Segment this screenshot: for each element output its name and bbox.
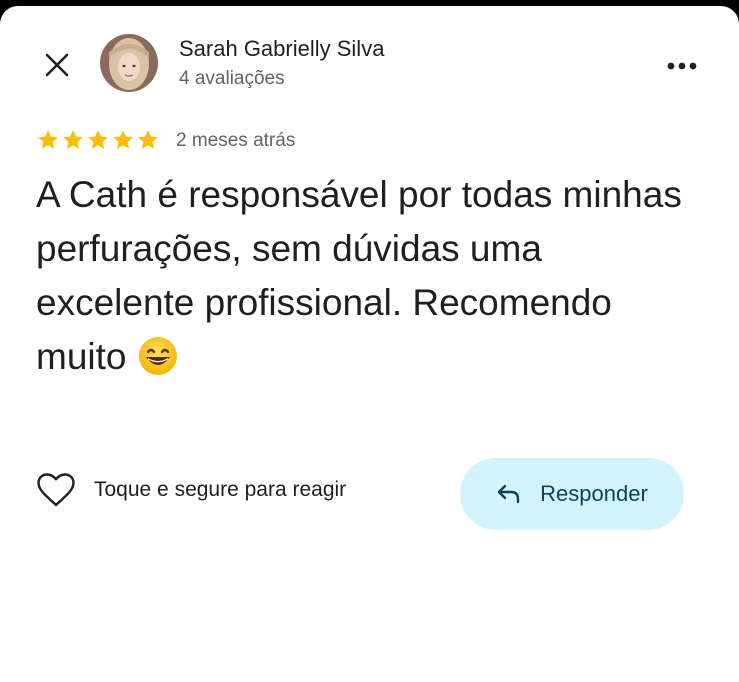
star-rating — [36, 128, 160, 152]
heart-outline-icon — [37, 473, 75, 507]
review-sheet: Sarah Gabrielly Silva 4 avaliações 2 mes… — [0, 6, 739, 682]
star-icon — [138, 130, 158, 149]
avatar[interactable] — [100, 34, 158, 92]
review-date: 2 meses atrás — [176, 130, 296, 151]
more-options-button[interactable] — [660, 46, 704, 86]
star-icon — [38, 130, 58, 149]
react-button[interactable]: Toque e segure para reagir — [36, 472, 346, 508]
react-label: Toque e segure para reagir — [94, 478, 347, 501]
star-icon — [88, 130, 108, 149]
author-name[interactable]: Sarah Gabrielly Silva — [179, 36, 384, 62]
close-button[interactable] — [38, 46, 76, 84]
reply-button[interactable]: Responder — [460, 458, 684, 530]
reply-label: Responder — [540, 481, 648, 506]
star-icon — [113, 130, 133, 149]
more-vertical-dots-icon — [667, 62, 697, 70]
star-icon — [63, 130, 83, 149]
review-body: A Cath é responsável por todas minhas pe… — [36, 174, 682, 377]
author-review-count: 4 avaliações — [179, 68, 285, 89]
reply-arrow-icon — [497, 484, 520, 504]
grinning-face-emoji-icon — [138, 337, 177, 375]
close-icon — [45, 53, 69, 77]
review-text: A Cath é responsável por todas minhas pe… — [36, 168, 696, 384]
